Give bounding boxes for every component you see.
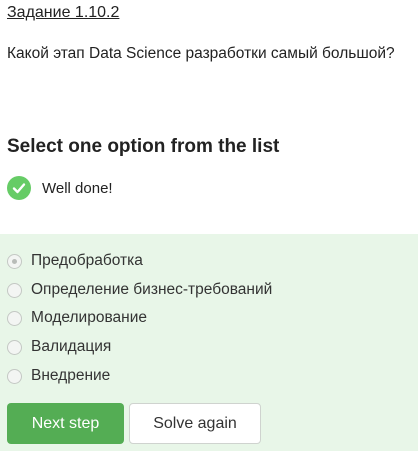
checkmark-glyph [12,183,26,194]
radio-selected-dot [12,258,17,264]
option-modeling[interactable]: Моделирование [7,308,147,328]
next-step-button[interactable]: Next step [7,403,124,444]
option-preprocessing[interactable]: Предобработка [7,251,143,271]
section-heading: Select one option from the list [7,136,280,157]
option-label: Определение бизнес-требований [31,281,273,298]
radio-button[interactable] [7,282,22,298]
radio-button[interactable] [7,339,22,355]
feedback-message: Well done! [7,176,113,200]
check-circle-icon [7,176,31,200]
option-label: Валидация [31,338,112,355]
radio-button[interactable] [7,368,22,384]
option-business-requirements[interactable]: Определение бизнес-требований [7,280,272,300]
task-title-link[interactable]: Задание 1.10.2 [7,4,119,22]
option-validation[interactable]: Валидация [7,337,111,357]
question-text: Какой этап Data Science разработки самый… [7,45,395,62]
option-deployment[interactable]: Внедрение [7,366,110,386]
radio-button-selected[interactable] [7,253,22,269]
feedback-text: Well done! [42,179,113,197]
option-label: Внедрение [31,367,111,384]
solve-again-button[interactable]: Solve again [129,403,261,444]
radio-button[interactable] [7,310,22,326]
option-label: Предобработка [31,252,143,269]
option-label: Моделирование [31,309,147,326]
